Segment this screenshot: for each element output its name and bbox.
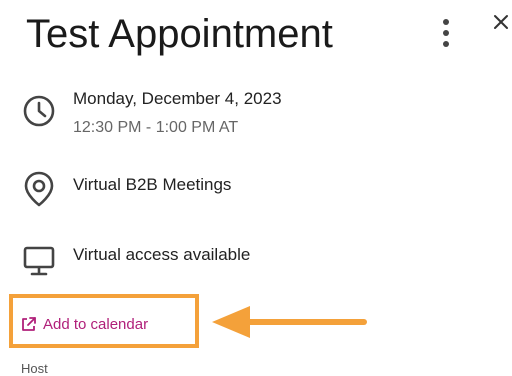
annotation-arrow-icon — [212, 306, 367, 338]
appointment-date: Monday, December 4, 2023 — [73, 89, 282, 108]
more-options-button[interactable] — [434, 14, 458, 54]
more-vertical-icon — [443, 19, 449, 47]
page-title: Test Appointment — [26, 12, 333, 56]
datetime-row: Monday, December 4, 2023 12:30 PM - 1:00… — [0, 86, 512, 146]
location-label: Virtual B2B Meetings — [73, 175, 232, 194]
host-section-label: Host — [21, 361, 48, 376]
map-pin-icon — [22, 170, 56, 207]
virtual-access-label: Virtual access available — [73, 245, 251, 264]
add-to-calendar-link[interactable]: Add to calendar — [20, 313, 148, 335]
appointment-time: 12:30 PM - 1:00 PM AT — [73, 119, 239, 136]
add-to-calendar-label: Add to calendar — [43, 315, 149, 333]
close-button[interactable] — [490, 8, 512, 38]
close-icon — [494, 15, 508, 29]
clock-icon — [22, 94, 56, 128]
location-row: Virtual B2B Meetings — [0, 166, 512, 210]
monitor-icon — [22, 244, 56, 278]
virtual-access-row: Virtual access available — [0, 238, 512, 278]
external-link-icon — [22, 316, 36, 331]
